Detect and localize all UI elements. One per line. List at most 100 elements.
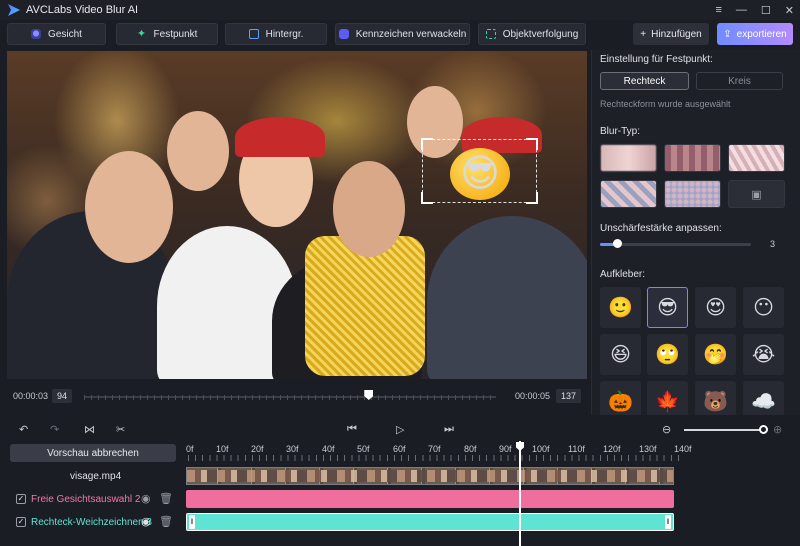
sticker-maple-leaf[interactable]: 🍁 [647, 381, 688, 415]
sticker-laughing[interactable]: 😆 [600, 334, 641, 375]
selection-corner[interactable] [526, 192, 538, 204]
sticker-giggle[interactable]: 🤭 [695, 334, 736, 375]
object-tracking-icon [485, 29, 496, 39]
person-head [167, 111, 229, 191]
selection-corner[interactable] [526, 138, 538, 150]
shape-circle-button[interactable]: Kreis [696, 72, 783, 90]
sticker-eye-roll[interactable]: 🙄 [647, 334, 688, 375]
video-track-filmstrip[interactable] [186, 467, 674, 485]
ruler-label: 80f [464, 444, 477, 454]
delete-icon[interactable]: 🗑 [159, 515, 173, 528]
video-preview[interactable]: 😎 [7, 51, 587, 379]
split-icon[interactable]: ⋈ [84, 423, 95, 436]
ruler-label: 130f [639, 444, 657, 454]
shape-rectangle-button[interactable]: Rechteck [600, 72, 689, 90]
sunglasses-sticker-overlay[interactable]: 😎 [450, 148, 510, 200]
gold-tinsel [305, 236, 425, 376]
blur-type-mosaic[interactable] [664, 144, 721, 172]
strength-slider[interactable] [600, 243, 751, 246]
blur-type-dots[interactable] [664, 180, 721, 208]
tool-license-plate-label: Kennzeichen verwackeln [355, 28, 467, 40]
undo-icon[interactable]: ↶ [19, 423, 28, 436]
sticker-crying[interactable]: 😭 [743, 334, 784, 375]
tool-face-button[interactable]: Gesicht [7, 23, 106, 45]
next-frame-icon[interactable]: ⏭ [444, 423, 454, 436]
strength-slider-handle[interactable] [613, 239, 622, 248]
ruler-label: 0f [186, 444, 194, 454]
track-name-rectangle[interactable]: Rechteck-Weichzeichnen 3 [31, 517, 152, 528]
timeline-ruler[interactable]: 0f 10f 20f 30f 40f 50f 60f 70f 80f 90f 1… [180, 441, 800, 463]
track-checkbox[interactable]: ✓ [16, 494, 26, 504]
redo-icon[interactable]: ↷ [50, 423, 59, 436]
total-time: 00:00:05 [515, 391, 551, 401]
zoom-out-icon[interactable]: ⊖ [662, 423, 671, 436]
track-end-handle[interactable]: ‖ [665, 515, 671, 529]
ruler-label: 30f [286, 444, 299, 454]
rectangle-blur-track-bar[interactable]: ‖ ‖ [186, 513, 674, 531]
strength-heading: Unschärfestärke anpassen: [600, 223, 722, 234]
track-checkbox[interactable]: ✓ [16, 517, 26, 527]
blur-type-motion[interactable] [600, 180, 657, 208]
license-plate-icon [338, 29, 349, 39]
sticker-slight-smile[interactable]: 🙂 [600, 287, 641, 328]
sticker-heading: Aufkleber: [600, 269, 646, 280]
ruler-label: 100f [532, 444, 550, 454]
person-head [333, 161, 405, 257]
menu-icon[interactable]: ≡ [715, 4, 721, 16]
current-time: 00:00:03 [13, 391, 49, 401]
visibility-icon[interactable]: ◉ [141, 492, 151, 505]
seek-ticks [84, 395, 496, 400]
strength-value: 3 [770, 239, 776, 249]
sticker-pumpkin[interactable]: 🎃 [600, 381, 641, 415]
person-body [427, 216, 587, 379]
sticker-neutral[interactable]: 😶 [743, 287, 784, 328]
ruler-label: 40f [322, 444, 335, 454]
zoom-in-icon[interactable]: ⊕ [773, 423, 782, 436]
minimize-icon[interactable]: — [736, 4, 747, 16]
sticker-heart-eyes[interactable]: 😍 [695, 287, 736, 328]
tool-face-label: Gesicht [48, 28, 82, 40]
close-icon[interactable]: ✕ [785, 4, 794, 17]
cut-icon[interactable]: ✂ [116, 423, 125, 436]
track-name-face[interactable]: Freie Gesichtsauswahl 2 [31, 494, 141, 505]
selection-corner[interactable] [421, 192, 433, 204]
tool-license-plate-button[interactable]: Kennzeichen verwackeln [335, 23, 470, 45]
export-button[interactable]: ⇪ exportieren [717, 23, 793, 45]
current-frame[interactable]: 94 [52, 389, 73, 403]
ruler-label: 70f [428, 444, 441, 454]
title-bar: AVCLabs Video Blur AI ≡ — ☐ ✕ [0, 0, 800, 20]
ruler-label: 110f [568, 444, 585, 454]
ruler-label: 20f [251, 444, 264, 454]
track-list: Vorschau abbrechen visage.mp4 ✓ Freie Ge… [0, 441, 180, 546]
export-label: exportieren [736, 28, 787, 40]
maximize-icon[interactable]: ☐ [761, 4, 771, 17]
mode-toolbar: Gesicht ✦ Festpunkt Hintergr. Kennzeiche… [0, 20, 800, 48]
play-icon[interactable]: ▷ [396, 423, 404, 436]
delete-icon[interactable]: 🗑 [159, 492, 173, 505]
playhead-line[interactable] [519, 441, 521, 546]
cancel-preview-button[interactable]: Vorschau abbrechen [10, 444, 176, 462]
sticker-cloud[interactable]: ☁️ [743, 381, 784, 415]
ruler-label: 60f [393, 444, 406, 454]
sticker-bear[interactable]: 🐻 [695, 381, 736, 415]
tool-background-button[interactable]: Hintergr. [225, 23, 327, 45]
zoom-slider-handle[interactable] [759, 425, 768, 434]
blur-type-custom-image[interactable]: ▣ [728, 180, 785, 208]
sticker-sunglasses[interactable]: 😎 [647, 287, 688, 328]
tool-object-tracking-button[interactable]: Objektverfolgung [478, 23, 586, 45]
previous-frame-icon[interactable]: ⏮ [347, 423, 357, 436]
santa-hat [235, 117, 325, 157]
zoom-slider[interactable] [684, 429, 764, 431]
visibility-icon[interactable]: ◉ [141, 515, 151, 528]
settings-panel: Einstellung für Festpunkt: Rechteck Krei… [591, 50, 800, 415]
add-button[interactable]: + Hinzufügen [633, 23, 709, 45]
fixed-point-icon: ✦ [136, 28, 147, 40]
blur-type-pixel[interactable] [728, 144, 785, 172]
track-start-handle[interactable]: ‖ [189, 515, 195, 529]
face-blur-track-bar[interactable] [186, 490, 674, 508]
selection-corner[interactable] [421, 138, 433, 150]
filmstrip-thumbnails [187, 470, 673, 482]
tool-fixed-point-button[interactable]: ✦ Festpunkt [116, 23, 218, 45]
seek-row: 00:00:03 94 00:00:05 137 [7, 388, 587, 406]
blur-type-gaussian[interactable] [600, 144, 657, 172]
